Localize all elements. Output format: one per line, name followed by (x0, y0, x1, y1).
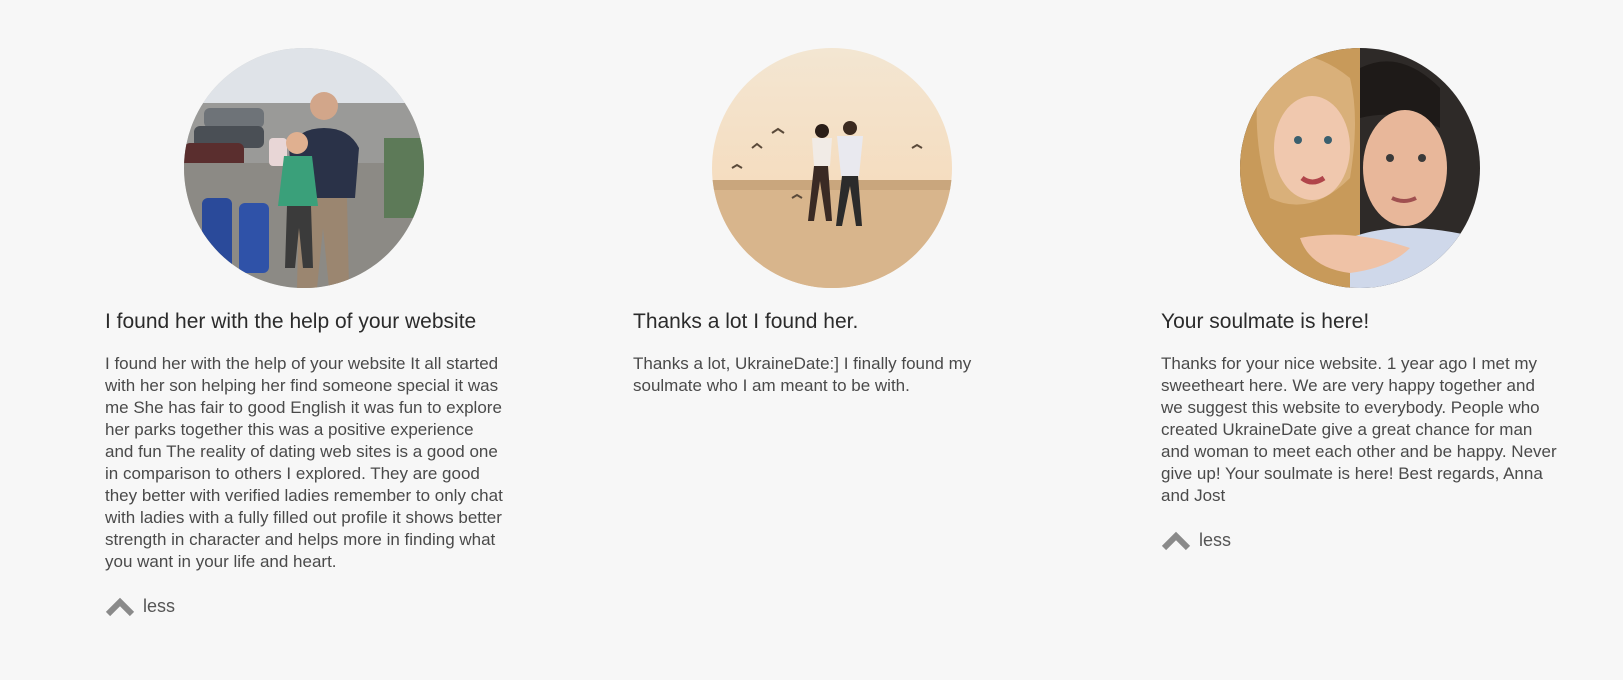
couple-running-on-beach-photo (712, 48, 952, 288)
couple-portrait-photo (1240, 48, 1480, 288)
chevron-up-icon (1161, 531, 1191, 550)
chevron-up-icon (105, 597, 135, 616)
testimonial-text: Thanks a lot, UkraineDate:] I finally fo… (633, 354, 972, 395)
couple-at-parking-lot-photo (184, 48, 424, 288)
testimonial-card-1: I found her with the help of your websit… (105, 48, 505, 617)
testimonial-title: Your soulmate is here! (1161, 310, 1370, 333)
less-label: less (1199, 530, 1232, 550)
less-label: less (143, 596, 176, 616)
testimonial-text: Thanks for your nice website. 1 year ago… (1161, 354, 1557, 505)
testimonial-title: I found her with the help of your websit… (105, 310, 477, 333)
testimonial-text: I found her with the help of your websit… (105, 354, 503, 571)
less-toggle[interactable]: less (105, 596, 185, 617)
less-toggle[interactable]: less (1161, 530, 1241, 551)
testimonial-title: Thanks a lot I found her. (633, 310, 859, 333)
testimonial-card-3: Your soulmate is here! Thanks for your n… (1161, 48, 1561, 551)
testimonial-card-2: Thanks a lot I found her. Thanks a lot, … (633, 48, 1033, 397)
